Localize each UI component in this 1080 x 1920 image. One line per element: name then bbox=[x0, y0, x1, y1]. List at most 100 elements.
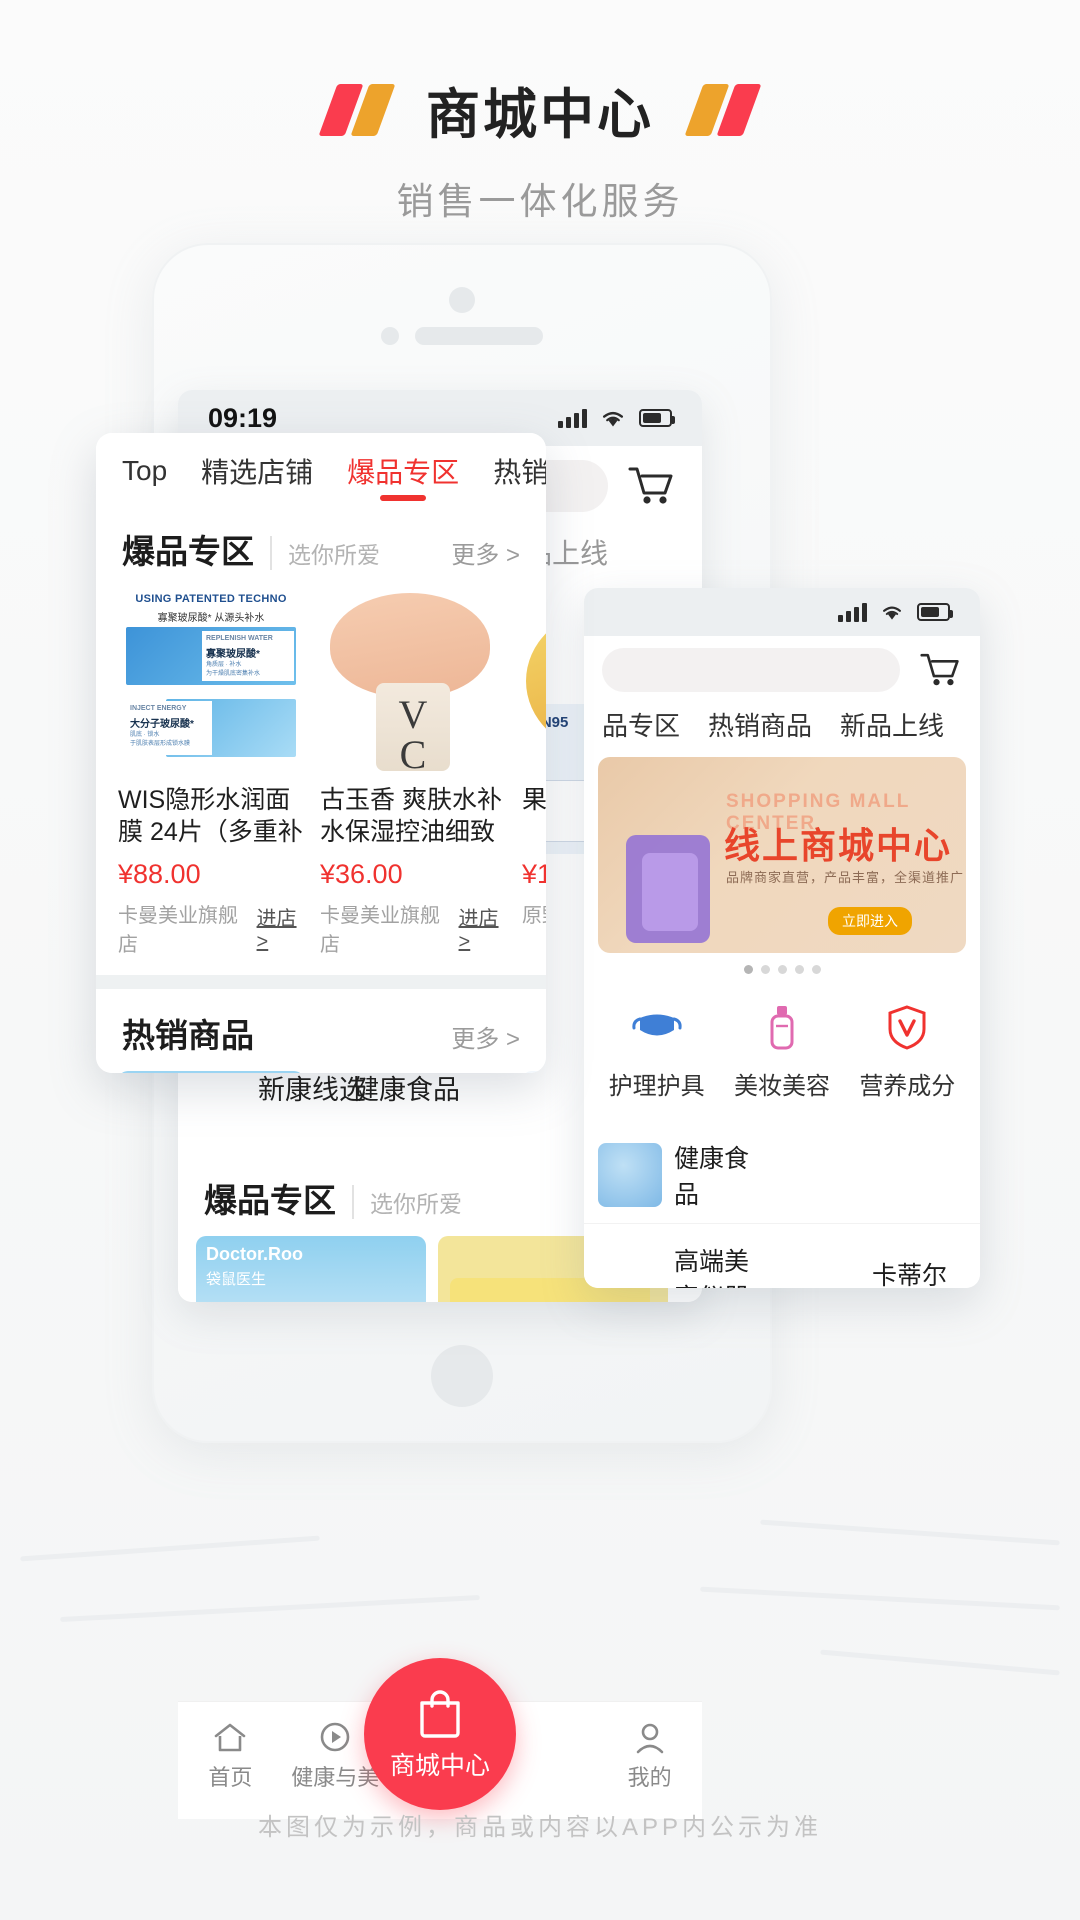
promo-banner[interactable]: SHOPPING MALL CENTER 线上商城中心 品牌商家直营，产品丰富，… bbox=[598, 757, 966, 953]
tab-hot-zone[interactable]: 爆品专区 bbox=[347, 451, 459, 505]
banner-phone-art-2 bbox=[642, 853, 698, 931]
wifi-icon bbox=[603, 411, 623, 426]
tab-hot-zone[interactable]: 品专区 bbox=[602, 706, 680, 757]
category-beauty[interactable]: 美妆美容 bbox=[727, 1000, 837, 1101]
product-image bbox=[522, 587, 546, 773]
product-image: V C bbox=[320, 587, 506, 773]
category-label: 美妆美容 bbox=[733, 1073, 830, 1100]
bottle-letter: V bbox=[398, 692, 428, 737]
signal-bars-icon bbox=[838, 602, 867, 622]
product-card[interactable]: 果冻2酸味零 ¥15.80 原野食 bbox=[522, 587, 546, 957]
category-care[interactable]: 护理护具 bbox=[602, 1000, 712, 1101]
carousel-dot[interactable] bbox=[777, 965, 787, 974]
floating-product-card: Top 精选店铺 爆品专区 热销商品 新品上线 爆品专区 选你所爱 更多 > U… bbox=[96, 433, 546, 1073]
page-header: 商城中心 销售一体化服务 bbox=[0, 0, 1080, 225]
product-image: USING PATENTED TECHNO 寡聚玻尿酸* 从源头补水 REPLE… bbox=[118, 587, 304, 773]
carousel-dot[interactable] bbox=[794, 965, 804, 974]
category-shortcuts: 护理护具 美妆美容 营养成分 bbox=[584, 974, 980, 1121]
section-title: 爆品专区 bbox=[122, 533, 254, 570]
product-image-block1-d1: 角质层 · 补水 bbox=[206, 662, 242, 668]
hand-art bbox=[330, 593, 490, 697]
section-more-link[interactable]: 更多 > bbox=[451, 1019, 520, 1054]
product-image-block1-d2: 为干燥肌底密集补水 bbox=[206, 671, 261, 677]
title-row: 商城中心 bbox=[0, 70, 1080, 149]
carousel-dot[interactable] bbox=[743, 965, 753, 974]
shield-v-icon bbox=[879, 1000, 935, 1056]
status-icons bbox=[838, 602, 953, 622]
device-camera-icon bbox=[449, 287, 475, 313]
product-list-hot-zone: USING PATENTED TECHNO 寡聚玻尿酸* 从源头补水 REPLE… bbox=[96, 587, 546, 975]
banner-cta-button[interactable]: 立即进入 bbox=[828, 907, 912, 935]
device-earpiece-icon bbox=[415, 327, 543, 345]
product-card[interactable]: V C 古玉香 爽肤水补水保湿控油细致毛孔定妆喷... ¥36.00 卡曼美业旗… bbox=[320, 587, 522, 957]
device-speaker bbox=[381, 327, 543, 345]
tab-featured-shops[interactable]: 精选店铺 bbox=[201, 451, 313, 505]
product-image-sub: 寡聚玻尿酸* 从源头补水 bbox=[157, 613, 265, 624]
section-more-link[interactable]: 更多 > bbox=[451, 535, 520, 570]
shop-card[interactable]: 健康食品 bbox=[584, 1127, 782, 1223]
slash-decoration-right bbox=[684, 83, 762, 136]
product-thumb[interactable]: Doctor.Roo 袋鼠医生 bbox=[196, 1236, 426, 1302]
tab-new-arrivals[interactable]: 新品上线 bbox=[840, 706, 944, 757]
page-title: 商城中心 bbox=[426, 85, 654, 145]
status-icons bbox=[558, 408, 675, 428]
category-label: 营养成分 bbox=[859, 1073, 956, 1100]
nav-label: 我的 bbox=[627, 1765, 672, 1790]
product-shop-link[interactable]: 进店> bbox=[459, 902, 506, 954]
shop-card[interactable]: 高端美容仪器 新康线精选，好物也可以... bbox=[584, 1230, 782, 1288]
shop-card-title: 高端美容仪器 bbox=[674, 1248, 750, 1288]
status-bar: 09:19 bbox=[584, 588, 980, 636]
nav-label: 首页 bbox=[208, 1765, 253, 1790]
section-hot-zone: 爆品专区 选你所爱 更多 > bbox=[96, 505, 546, 587]
shopping-cart-icon[interactable] bbox=[626, 463, 676, 509]
shop-card[interactable]: GINHA 卡蒂尔旗舰店 新康线精选，好... bbox=[782, 1230, 980, 1289]
mask-icon bbox=[629, 1000, 685, 1056]
device-home-button[interactable] bbox=[431, 1345, 493, 1407]
slash-decoration-left bbox=[318, 83, 396, 136]
product-card[interactable]: USING PATENTED TECHNO 寡聚玻尿酸* 从源头补水 REPLE… bbox=[118, 587, 320, 957]
shop-card-row-1: 健康食品 bbox=[584, 1121, 980, 1223]
section-subtitle: 选你所爱 bbox=[352, 1185, 462, 1219]
banner-title: 线上商城中心 bbox=[724, 825, 953, 866]
tab-best-sellers[interactable]: 热销商品 bbox=[493, 451, 546, 505]
product-price: ¥36.00 bbox=[320, 859, 403, 889]
food-icon bbox=[598, 1143, 662, 1207]
mall-center-fab[interactable]: 商城中心 bbox=[364, 1658, 516, 1810]
jelly-art bbox=[526, 611, 546, 751]
product-shop-name: 卡曼美业旗舰店 bbox=[118, 905, 238, 956]
banner-description: 品牌商家直营，产品丰富，全渠道推广 bbox=[726, 870, 965, 885]
product-shop-row[interactable]: 卡曼美业旗舰店 进店> bbox=[118, 899, 304, 957]
nav-item-profile[interactable]: 我的 bbox=[597, 1716, 702, 1792]
product-card[interactable]: Doctor.Roo 袋鼠医生 KN95 3D立体结构 加倍独立 KN95 bbox=[522, 1071, 546, 1073]
nav-item-home[interactable]: 首页 bbox=[178, 1716, 283, 1792]
home-icon bbox=[178, 1716, 283, 1760]
shopping-cart-icon[interactable] bbox=[918, 650, 962, 690]
product-image-block1-cn: 寡聚玻尿酸* bbox=[206, 649, 260, 660]
category-nutrition[interactable]: 营养成分 bbox=[852, 1000, 962, 1101]
product-image-block2-d2: 于肌肤表层形成锁水膜 bbox=[130, 741, 191, 747]
carousel-dot[interactable] bbox=[760, 965, 770, 974]
search-input[interactable] bbox=[602, 648, 900, 692]
battery-icon bbox=[917, 603, 953, 621]
product-shop-row[interactable]: 卡曼美业旗舰店 进店> bbox=[320, 899, 506, 957]
nav-label: 商城中心 bbox=[389, 1752, 490, 1780]
product-name: 古玉香 爽肤水补水保湿控油细致毛孔定妆喷... bbox=[320, 786, 502, 846]
product-image-block2-cn: 大分子玻尿酸* bbox=[130, 719, 194, 730]
tab-best-sellers[interactable]: 热销商品 bbox=[708, 706, 812, 757]
mid-label-2: 健康食品 bbox=[352, 1075, 460, 1105]
section-subtitle: 选你所爱 bbox=[270, 536, 380, 570]
tab-top[interactable]: Top bbox=[122, 455, 167, 501]
section-title: 爆品专区 bbox=[204, 1182, 336, 1219]
product-price: ¥15.80 bbox=[522, 859, 546, 889]
category-label: 护理护具 bbox=[608, 1073, 705, 1100]
product-shop-link[interactable]: 进店> bbox=[257, 902, 304, 954]
shopping-bag-icon bbox=[420, 1690, 460, 1738]
product-shop-row[interactable]: 原野食 bbox=[522, 899, 546, 928]
carousel-dot[interactable] bbox=[811, 965, 821, 974]
signal-bars-icon bbox=[558, 408, 587, 428]
footnote: 本图仅为示例，商品或内容以APP内公示为准 bbox=[257, 1814, 823, 1841]
product-name: 果冻2酸味零 bbox=[522, 786, 546, 814]
battery-icon bbox=[639, 409, 675, 427]
carousel-dots[interactable] bbox=[584, 965, 980, 974]
cosmetic-bottle-icon bbox=[754, 1000, 810, 1056]
